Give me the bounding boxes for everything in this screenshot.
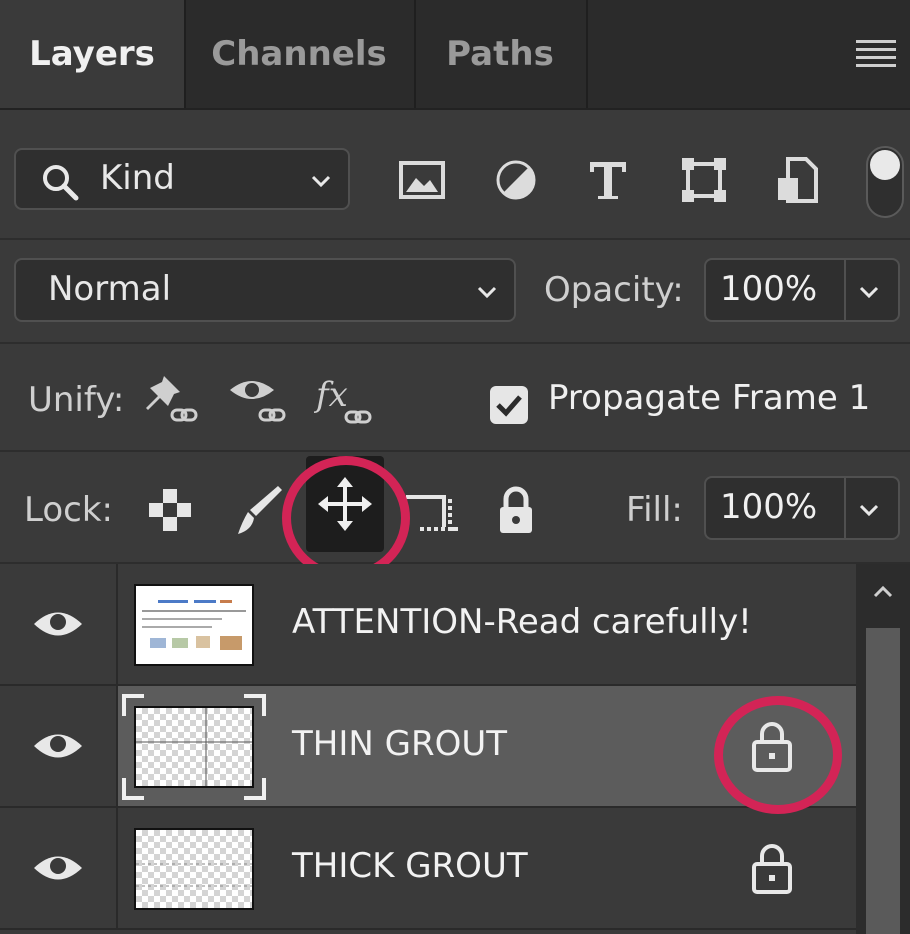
search-icon [43, 165, 79, 201]
checkmark-icon [496, 395, 522, 417]
smart-object-filter-icon[interactable] [770, 152, 826, 208]
toggle-knob [870, 150, 900, 180]
eye-icon [34, 856, 82, 880]
lock-label: Lock: [24, 490, 113, 530]
panel-menu-icon[interactable] [856, 40, 896, 68]
unify-label: Unify: [28, 380, 125, 420]
lock-transparent-pixels-icon[interactable] [142, 480, 198, 540]
layer-filter-row: Kind [0, 110, 910, 240]
layer-name: THIN GROUT [292, 724, 507, 764]
chevron-up-icon [873, 585, 893, 598]
layer-lock-icon[interactable] [748, 718, 796, 774]
divider [844, 260, 846, 320]
opacity-value: 100% [720, 269, 818, 309]
scroll-up-button[interactable] [856, 564, 910, 620]
visibility-toggle[interactable] [0, 686, 118, 806]
layer-row[interactable]: THICK GROUT [0, 808, 856, 930]
unify-row: Unify: fx Propagate Frame 1 [0, 344, 910, 452]
visibility-toggle[interactable] [0, 564, 118, 684]
layer-row[interactable]: THIN GROUT [0, 686, 856, 808]
opacity-label: Opacity: [544, 270, 684, 310]
chevron-down-icon [311, 175, 331, 188]
chevron-down-icon [477, 286, 497, 299]
type-filter-icon[interactable] [580, 152, 636, 208]
blend-row: Normal Opacity: 100% [0, 240, 910, 344]
tab-layers[interactable]: Layers [0, 0, 186, 108]
layers-scrollbar[interactable] [856, 564, 910, 934]
layer-row[interactable]: ATTENTION-Read carefully! [0, 564, 856, 686]
shape-filter-icon[interactable] [676, 152, 732, 208]
divider [844, 478, 846, 538]
panel-tabs: Layers Channels Paths [0, 0, 910, 110]
image-filter-icon[interactable] [394, 152, 450, 208]
unify-style-icon[interactable]: fx [314, 370, 384, 432]
selection-corners [122, 694, 266, 800]
lock-artboard-icon[interactable] [404, 480, 460, 540]
opacity-field[interactable]: 100% [704, 258, 900, 322]
propagate-frame-label: Propagate Frame 1 [548, 378, 871, 418]
lock-position-icon[interactable] [306, 456, 384, 552]
filter-kind-label: Kind [100, 158, 175, 198]
blend-mode-select[interactable]: Normal [14, 258, 516, 322]
chevron-down-icon[interactable] [856, 279, 882, 305]
fill-value: 100% [720, 487, 818, 527]
layer-name: THICK GROUT [292, 846, 528, 886]
layer-lock-icon[interactable] [748, 840, 796, 896]
layer-thumbnail [134, 828, 254, 910]
propagate-frame-checkbox[interactable] [490, 386, 528, 424]
chevron-down-icon[interactable] [856, 497, 882, 523]
eye-icon [34, 734, 82, 758]
lock-image-pixels-icon[interactable] [230, 480, 286, 540]
unify-visibility-icon[interactable] [226, 372, 296, 430]
blend-mode-value: Normal [48, 269, 172, 309]
tab-paths[interactable]: Paths [414, 0, 588, 108]
filter-toggle-switch[interactable] [866, 146, 904, 218]
scroll-thumb[interactable] [866, 628, 900, 934]
visibility-toggle[interactable] [0, 808, 118, 928]
fill-field[interactable]: 100% [704, 476, 900, 540]
svg-text:fx: fx [314, 375, 348, 415]
filter-kind-select[interactable]: Kind [14, 148, 350, 210]
fill-label: Fill: [626, 490, 683, 530]
layer-thumbnail [134, 584, 254, 666]
tab-channels[interactable]: Channels [184, 0, 416, 108]
lock-all-icon[interactable] [488, 480, 544, 540]
layer-name: ATTENTION-Read carefully! [292, 602, 752, 642]
layers-list: ATTENTION-Read carefully! THIN GROUT THI… [0, 564, 856, 934]
lock-row: Lock: Fill: 100% [0, 452, 910, 564]
eye-icon [34, 612, 82, 636]
unify-position-icon[interactable] [142, 372, 208, 430]
adjustment-filter-icon[interactable] [488, 152, 544, 208]
